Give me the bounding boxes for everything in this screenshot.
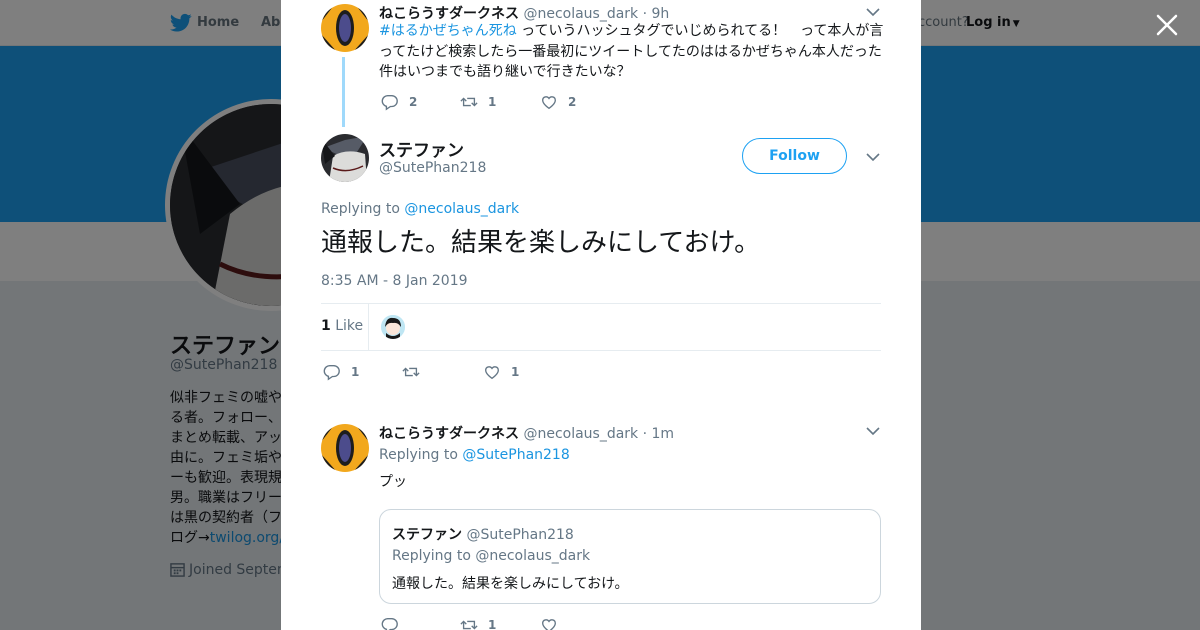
author-handle[interactable]: @necolaus_dark — [523, 426, 638, 442]
replying-to: Replying to @necolaus_dark — [321, 201, 519, 217]
cat-eye-avatar-image — [321, 4, 369, 52]
tweet-modal: ねこらうすダークネス @necolaus_dark · 9h #はるかぜちゃん死… — [281, 0, 921, 630]
quote-author-name: ステファン — [392, 527, 462, 543]
thread-line — [342, 57, 345, 127]
tweet-header: ねこらうすダークネス @necolaus_dark · 9h — [379, 3, 669, 23]
reply-button[interactable]: 1 — [323, 362, 359, 382]
replying-to: Replying to @SutePhan218 — [379, 447, 570, 463]
retweet-icon — [460, 97, 478, 107]
reply-count: 2 — [409, 95, 418, 109]
quoted-tweet[interactable]: ステファン @SutePhan218 Replying to @necolaus… — [379, 509, 881, 604]
tweet-header: ねこらうすダークネス @necolaus_dark · 1m — [379, 423, 674, 443]
likes-stat-label: Like — [335, 318, 364, 334]
cat-eye-avatar-image — [321, 424, 369, 472]
author-name[interactable]: ねこらうすダークネス — [379, 6, 519, 22]
like-button[interactable] — [540, 615, 558, 630]
heart-icon — [542, 96, 556, 110]
retweet-button[interactable]: 1 — [460, 615, 496, 630]
liker-avatar[interactable] — [381, 315, 405, 339]
tweet-actions: 2 1 2 — [381, 92, 681, 112]
reply-icon — [381, 618, 398, 630]
stats-divider — [368, 304, 369, 350]
heart-icon — [542, 619, 556, 630]
author-handle[interactable]: @necolaus_dark — [523, 6, 638, 22]
avatar[interactable] — [321, 4, 369, 52]
tweet-actions: 1 1 — [323, 362, 623, 382]
chevron-down-icon[interactable] — [866, 7, 880, 17]
quote-text: 通報した。結果を楽しみにしておけ。 — [392, 576, 629, 592]
stefan-avatar-image — [321, 134, 369, 182]
author-name[interactable]: ステファン — [379, 136, 464, 161]
retweet-icon — [460, 620, 478, 630]
retweet-count: 1 — [488, 618, 497, 630]
likes-stat-count: 1 — [321, 318, 331, 334]
tweet-text: 通報した。結果を楽しみにしておけ。 — [321, 228, 761, 258]
tweet-stats: 1 Like — [321, 303, 881, 351]
reply-count: 1 — [351, 365, 360, 379]
tweet-time[interactable]: · 1m — [643, 426, 674, 442]
author-handle[interactable]: @SutePhan218 — [379, 160, 486, 176]
replying-to-label: Replying to — [321, 201, 400, 217]
quote-replying-to: Replying to @necolaus_dark — [392, 548, 591, 564]
likes-stat[interactable]: 1 Like — [321, 318, 363, 334]
retweet-icon — [402, 367, 420, 377]
retweet-count: 1 — [488, 95, 497, 109]
tweet-timestamp[interactable]: 8:35 AM - 8 Jan 2019 — [321, 273, 468, 289]
like-count: 2 — [568, 95, 577, 109]
chevron-down-icon[interactable] — [866, 152, 880, 162]
follow-button[interactable]: Follow — [742, 138, 847, 174]
hashtag-link[interactable]: #はるかぜちゃん死ね — [379, 23, 517, 39]
tweet-text: #はるかぜちゃん死ね っていうハッシュタグでいじめられてる！ って本人が言ってた… — [379, 21, 884, 83]
quote-header: ステファン @SutePhan218 — [392, 524, 574, 544]
close-icon[interactable] — [1154, 12, 1180, 38]
heart-icon — [485, 366, 499, 380]
avatar[interactable] — [321, 134, 369, 182]
like-count: 1 — [511, 365, 520, 379]
replying-to-handle[interactable]: @necolaus_dark — [404, 201, 519, 217]
quote-author-handle: @SutePhan218 — [466, 527, 574, 543]
liker-avatar-image — [381, 315, 405, 339]
like-button[interactable]: 1 — [483, 362, 519, 382]
replying-to-label: Replying to — [379, 447, 458, 463]
replying-to-handle[interactable]: @SutePhan218 — [462, 447, 569, 463]
avatar[interactable] — [321, 424, 369, 472]
tweet-text: プッ — [379, 474, 407, 490]
tweet-actions: 1 — [381, 615, 681, 630]
reply-icon — [381, 95, 398, 111]
like-button[interactable]: 2 — [540, 92, 576, 112]
reply-icon — [323, 365, 340, 381]
retweet-button[interactable] — [402, 362, 430, 382]
tweet-time[interactable]: · 9h — [643, 6, 670, 22]
retweet-button[interactable]: 1 — [460, 92, 496, 112]
reply-button[interactable]: 2 — [381, 92, 417, 112]
reply-button[interactable] — [381, 615, 399, 630]
author-name[interactable]: ねこらうすダークネス — [379, 426, 519, 442]
chevron-down-icon[interactable] — [866, 426, 880, 436]
